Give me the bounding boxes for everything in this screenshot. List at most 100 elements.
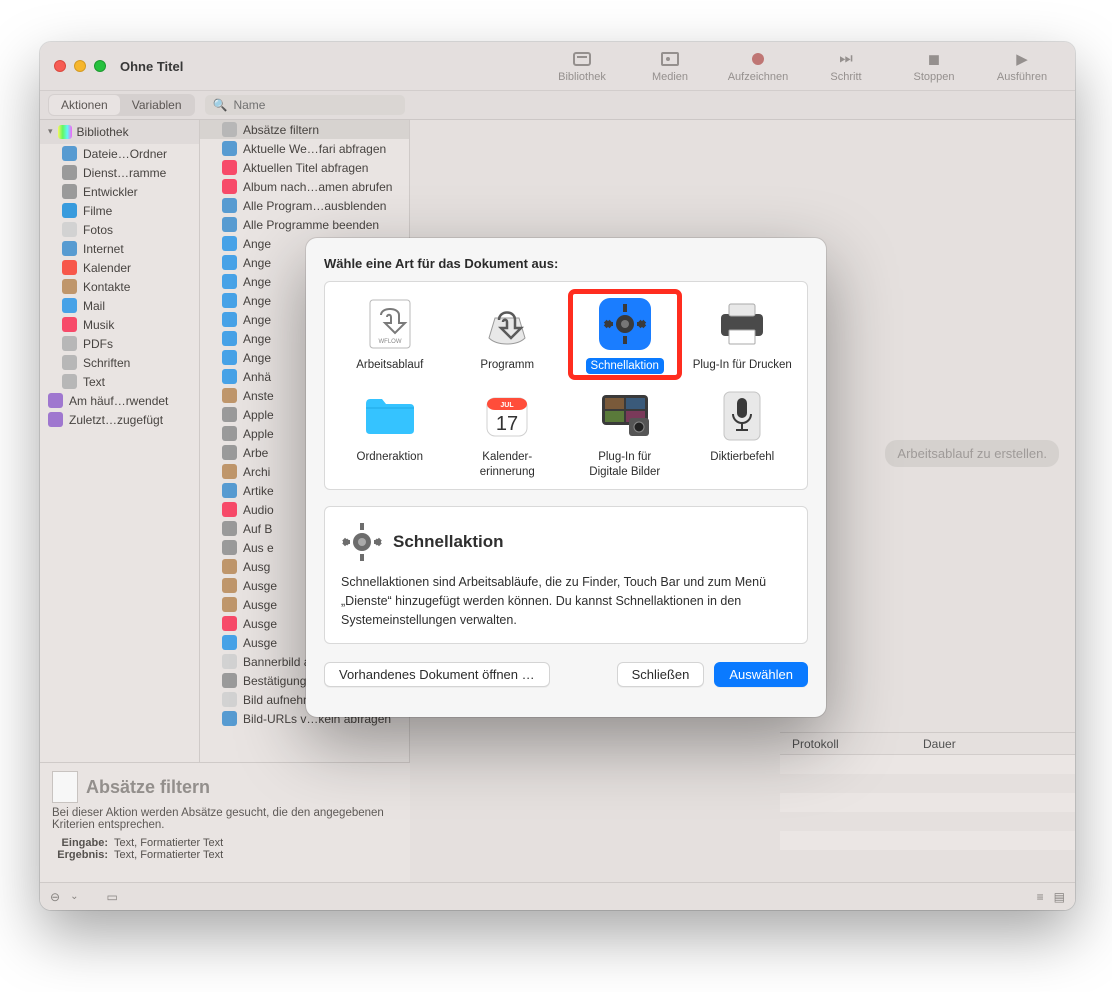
workflow-icon: WFLOW <box>362 296 418 352</box>
action-icon <box>222 160 237 175</box>
library-item[interactable]: Schriften <box>40 353 199 372</box>
type-app[interactable]: Programm <box>449 292 567 378</box>
chevron-down-icon[interactable]: ⌄ <box>70 891 78 902</box>
library-smart-item[interactable]: Am häuf…rwendet <box>40 391 199 410</box>
library-item[interactable]: Musik <box>40 315 199 334</box>
action-icon <box>222 141 237 156</box>
library-item[interactable]: Entwickler <box>40 182 199 201</box>
open-existing-button[interactable]: Vorhandenes Dokument öffnen … <box>324 662 550 687</box>
column-view-icon[interactable]: ▤ <box>1054 890 1065 904</box>
toolbar-record[interactable]: Aufzeichnen <box>723 50 793 83</box>
window-controls <box>54 60 106 72</box>
log-col-protocol[interactable]: Protokoll <box>780 737 915 751</box>
disclosure-triangle-icon[interactable]: ▾ <box>48 126 53 137</box>
action-icon <box>222 331 237 346</box>
type-print-plugin[interactable]: Plug-In für Drucken <box>684 292 802 378</box>
library-item[interactable]: Kontakte <box>40 277 199 296</box>
log-row <box>780 793 1075 812</box>
log-col-duration[interactable]: Dauer <box>915 737 1075 751</box>
minimize-icon[interactable] <box>74 60 86 72</box>
category-icon <box>62 298 77 313</box>
library-item[interactable]: Internet <box>40 239 199 258</box>
toolbar-stop[interactable]: ◼Stoppen <box>899 50 969 83</box>
log-row <box>780 774 1075 793</box>
footer-status-icon[interactable]: ⊖ <box>50 890 60 904</box>
toolbar-media[interactable]: Medien <box>635 50 705 83</box>
type-label: Kalender- erinnerung <box>480 450 535 479</box>
action-item[interactable]: Album nach…amen abrufen <box>200 177 409 196</box>
log-row <box>780 850 1075 869</box>
library-root[interactable]: ▾ Bibliothek <box>40 120 199 144</box>
search-input[interactable] <box>231 97 396 113</box>
type-dictation[interactable]: Diktierbefehl <box>684 384 802 483</box>
library-item[interactable]: Dateie…Ordner <box>40 144 199 163</box>
action-item[interactable]: Absätze filtern <box>200 120 409 139</box>
titlebar: Ohne Titel Bibliothek Medien Aufzeichnen… <box>40 42 1075 91</box>
stop-icon: ◼ <box>928 50 940 68</box>
list-view-icon[interactable]: ≡ <box>1037 890 1044 904</box>
action-icon <box>222 654 237 669</box>
choose-button[interactable]: Auswählen <box>714 662 808 687</box>
type-image-capture-plugin[interactable]: Plug-In für Digitale Bilder <box>566 384 684 483</box>
type-label: Arbeitsablauf <box>356 358 423 372</box>
toolbar-run[interactable]: ▶Ausführen <box>987 50 1057 83</box>
category-icon <box>62 241 77 256</box>
library-list: Dateie…OrdnerDienst…rammeEntwicklerFilme… <box>40 144 199 429</box>
folder-icon <box>362 388 418 444</box>
library-item[interactable]: Filme <box>40 201 199 220</box>
stack-icon <box>573 52 591 66</box>
library-item[interactable]: Mail <box>40 296 199 315</box>
action-icon <box>222 217 237 232</box>
action-icon <box>222 407 237 422</box>
search-field[interactable]: 🔍 <box>205 95 405 115</box>
action-description-pane: Absätze filtern Bei dieser Aktion werden… <box>40 762 410 882</box>
action-icon <box>222 255 237 270</box>
footer-grid-icon[interactable]: ▭ <box>106 890 117 904</box>
action-item[interactable]: Alle Program…ausblenden <box>200 196 409 215</box>
document-type-grid: WFLOW Arbeitsablauf Programm Schnellakti… <box>324 281 808 490</box>
type-folder-action[interactable]: Ordneraktion <box>331 384 449 483</box>
step-icon: ⏭ <box>839 50 853 68</box>
action-icon <box>222 559 237 574</box>
library-item[interactable]: PDFs <box>40 334 199 353</box>
action-item[interactable]: Alle Programme beenden <box>200 215 409 234</box>
action-item[interactable]: Aktuellen Titel abfragen <box>200 158 409 177</box>
library-smart-item[interactable]: Zuletzt…zugefügt <box>40 410 199 429</box>
action-icon <box>222 597 237 612</box>
microphone-icon <box>714 388 770 444</box>
log-row <box>780 755 1075 774</box>
type-workflow[interactable]: WFLOW Arbeitsablauf <box>331 292 449 378</box>
document-type-dialog: Wähle eine Art für das Dokument aus: WFL… <box>306 238 826 717</box>
action-icon <box>222 122 237 137</box>
tab-variables[interactable]: Variablen <box>120 95 194 115</box>
action-icon <box>222 578 237 593</box>
close-button[interactable]: Schließen <box>617 662 705 687</box>
action-icon <box>222 616 237 631</box>
action-icon <box>222 521 237 536</box>
library-item[interactable]: Fotos <box>40 220 199 239</box>
close-icon[interactable] <box>54 60 66 72</box>
action-icon <box>222 692 237 707</box>
library-icon <box>58 125 72 139</box>
tab-actions[interactable]: Aktionen <box>49 95 120 115</box>
type-calendar-alarm[interactable]: JUL17 Kalender- erinnerung <box>449 384 567 483</box>
library-item[interactable]: Kalender <box>40 258 199 277</box>
category-icon <box>62 146 77 161</box>
library-item[interactable]: Dienst…ramme <box>40 163 199 182</box>
type-quick-action[interactable]: Schnellaktion <box>566 292 684 378</box>
action-icon <box>222 502 237 517</box>
toolbar-library[interactable]: Bibliothek <box>547 50 617 83</box>
category-icon <box>62 355 77 370</box>
toolbar-step[interactable]: ⏭Schritt <box>811 50 881 83</box>
smart-folder-icon <box>48 393 63 408</box>
image-icon <box>661 52 679 66</box>
library-item[interactable]: Text <box>40 372 199 391</box>
gear-icon <box>341 521 383 563</box>
action-icon <box>222 236 237 251</box>
action-item[interactable]: Aktuelle We…fari abfragen <box>200 139 409 158</box>
type-label: Plug-In für Digitale Bilder <box>589 450 660 479</box>
library-tab-row: Aktionen Variablen 🔍 <box>40 91 1075 120</box>
zoom-icon[interactable] <box>94 60 106 72</box>
image-capture-icon <box>597 388 653 444</box>
svg-text:JUL: JUL <box>501 402 515 409</box>
